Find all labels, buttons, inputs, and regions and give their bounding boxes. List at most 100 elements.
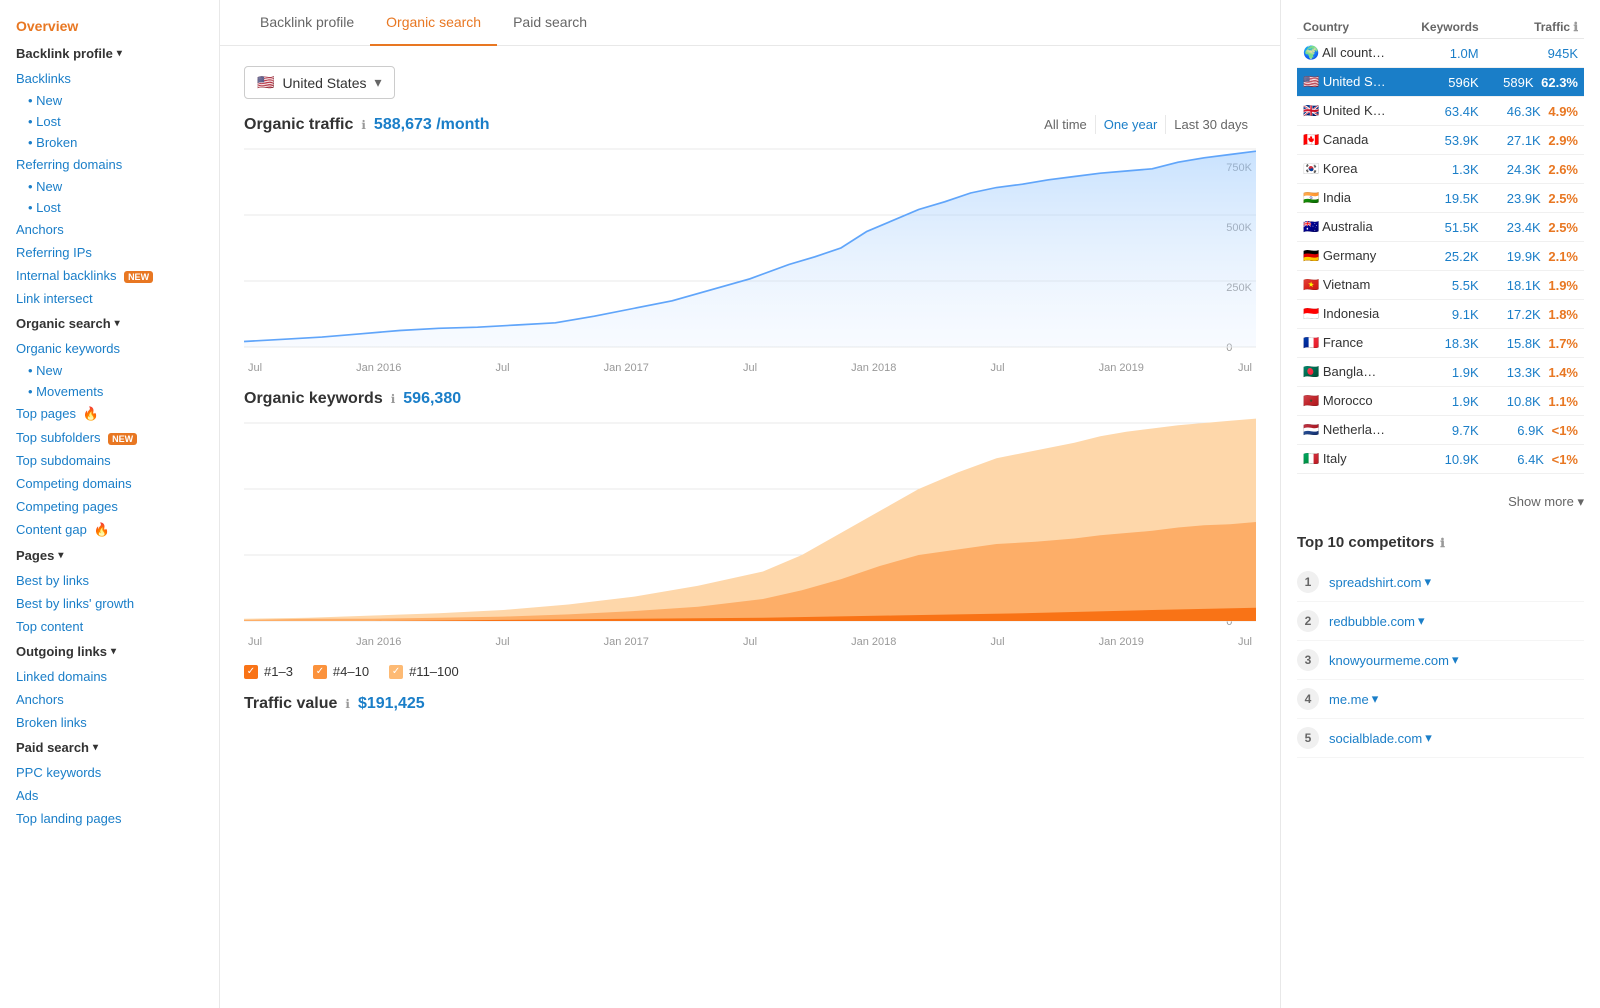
legend-4-10[interactable]: ✓ #4–10	[313, 664, 369, 679]
competitor-dropdown-icon[interactable]: ▾	[1452, 652, 1459, 668]
country-flag: 🇮🇳	[1303, 190, 1319, 205]
traffic-cell: 27.1K 2.9%	[1485, 126, 1584, 155]
sidebar-top-content[interactable]: Top content	[0, 615, 219, 638]
sidebar-top-pages[interactable]: Top pages 🔥	[0, 402, 219, 426]
show-more-button[interactable]: Show more ▾	[1297, 490, 1584, 514]
sidebar-competing-domains[interactable]: Competing domains	[0, 472, 219, 495]
competitor-dropdown-icon[interactable]: ▾	[1418, 613, 1425, 629]
country-name-cell: Morocco	[1323, 393, 1373, 408]
legend-checkbox-1-3: ✓	[244, 665, 258, 679]
competitor-link[interactable]: knowyourmeme.com ▾	[1329, 652, 1458, 668]
organic-traffic-info-icon[interactable]: ℹ	[361, 118, 366, 132]
sidebar-content-gap[interactable]: Content gap 🔥	[0, 518, 219, 542]
table-row[interactable]: 🇩🇪 Germany 25.2K 19.9K 2.1%	[1297, 242, 1584, 271]
tab-organic-search[interactable]: Organic search	[370, 0, 497, 46]
country-name-cell: Vietnam	[1323, 277, 1370, 292]
sidebar-organic-keywords-new[interactable]: New	[0, 360, 219, 381]
country-flag: 🇺🇸	[1303, 74, 1319, 89]
competitor-link[interactable]: spreadshirt.com ▾	[1329, 574, 1431, 590]
sidebar-best-by-links-growth[interactable]: Best by links' growth	[0, 592, 219, 615]
sidebar-paid-search[interactable]: Paid search ▾	[0, 734, 219, 761]
organic-keywords-info-icon[interactable]: ℹ	[391, 392, 396, 406]
sidebar-outgoing-anchors[interactable]: Anchors	[0, 688, 219, 711]
sidebar-organic-keywords-movements[interactable]: Movements	[0, 381, 219, 402]
table-row[interactable]: 🇮🇹 Italy 10.9K 6.4K <1%	[1297, 445, 1584, 474]
table-row[interactable]: 🇳🇱 Netherla… 9.7K 6.9K <1%	[1297, 416, 1584, 445]
competitor-link[interactable]: socialblade.com ▾	[1329, 730, 1432, 746]
competitor-item: 4 me.me ▾	[1297, 680, 1584, 719]
table-row[interactable]: 🇮🇳 India 19.5K 23.9K 2.5%	[1297, 184, 1584, 213]
sidebar-backlinks[interactable]: Backlinks	[0, 67, 219, 90]
competitor-item: 2 redbubble.com ▾	[1297, 602, 1584, 641]
sidebar-top-subfolders[interactable]: Top subfolders NEW	[0, 426, 219, 449]
country-name-cell: Germany	[1323, 248, 1376, 263]
traffic-cell: 17.2K 1.8%	[1485, 300, 1584, 329]
sidebar-link-intersect[interactable]: Link intersect	[0, 287, 219, 310]
sidebar-competing-pages[interactable]: Competing pages	[0, 495, 219, 518]
legend-1-3[interactable]: ✓ #1–3	[244, 664, 293, 679]
table-row[interactable]: 🇧🇩 Bangla… 1.9K 13.3K 1.4%	[1297, 358, 1584, 387]
keywords-cell: 1.3K	[1405, 155, 1484, 184]
sidebar-pages[interactable]: Pages ▾	[0, 542, 219, 569]
country-selector[interactable]: 🇺🇸 United States ▾	[244, 66, 395, 99]
keywords-cell: 18.3K	[1405, 329, 1484, 358]
table-row[interactable]: 🇺🇸 United S… 596K 589K 62.3%	[1297, 68, 1584, 97]
sidebar-internal-backlinks[interactable]: Internal backlinks NEW	[0, 264, 219, 287]
sidebar-backlinks-new[interactable]: New	[0, 90, 219, 111]
sidebar-ads[interactable]: Ads	[0, 784, 219, 807]
sidebar-anchors[interactable]: Anchors	[0, 218, 219, 241]
table-row[interactable]: 🇦🇺 Australia 51.5K 23.4K 2.5%	[1297, 213, 1584, 242]
traffic-cell: 23.4K 2.5%	[1485, 213, 1584, 242]
sidebar-linked-domains[interactable]: Linked domains	[0, 665, 219, 688]
sidebar-organic-keywords[interactable]: Organic keywords	[0, 337, 219, 360]
table-row[interactable]: 🇨🇦 Canada 53.9K 27.1K 2.9%	[1297, 126, 1584, 155]
sidebar-referring-domains-lost[interactable]: Lost	[0, 197, 219, 218]
table-row[interactable]: 🇬🇧 United K… 63.4K 46.3K 4.9%	[1297, 97, 1584, 126]
legend-label-1-3: #1–3	[264, 664, 293, 679]
time-filter-one-year[interactable]: One year	[1095, 115, 1165, 134]
sidebar-best-by-links[interactable]: Best by links	[0, 569, 219, 592]
main-panel: 🇺🇸 United States ▾ Organic traffic ℹ 588…	[220, 46, 1280, 733]
sidebar-top-subdomains[interactable]: Top subdomains	[0, 449, 219, 472]
country-cell: 🇧🇩 Bangla…	[1297, 358, 1405, 387]
keywords-cell: 5.5K	[1405, 271, 1484, 300]
country-flag: 🇺🇸	[257, 74, 274, 91]
sidebar-backlink-profile[interactable]: Backlink profile ▾	[0, 40, 219, 67]
competitors-info-icon[interactable]: ℹ	[1440, 536, 1445, 550]
time-filter-all[interactable]: All time	[1036, 115, 1095, 134]
traffic-value-info-icon[interactable]: ℹ	[345, 697, 350, 711]
traffic-sort-icon[interactable]: ℹ	[1573, 20, 1578, 34]
competitors-title: Top 10 competitors ℹ	[1297, 534, 1584, 551]
competitor-link[interactable]: me.me ▾	[1329, 691, 1378, 707]
sidebar-outgoing-links[interactable]: Outgoing links ▾	[0, 638, 219, 665]
competitor-dropdown-icon[interactable]: ▾	[1425, 730, 1432, 746]
competitor-link[interactable]: redbubble.com ▾	[1329, 613, 1425, 629]
table-row[interactable]: 🌍 All count… 1.0M 945K	[1297, 39, 1584, 68]
sidebar-overview[interactable]: Overview	[0, 12, 219, 40]
table-row[interactable]: 🇲🇦 Morocco 1.9K 10.8K 1.1%	[1297, 387, 1584, 416]
country-flag: 🇨🇦	[1303, 132, 1319, 147]
keywords-cell: 596K	[1405, 68, 1484, 97]
sidebar-referring-ips[interactable]: Referring IPs	[0, 241, 219, 264]
competitor-dropdown-icon[interactable]: ▾	[1424, 574, 1431, 590]
country-name-cell: Bangla…	[1323, 364, 1376, 379]
sidebar-broken-links[interactable]: Broken links	[0, 711, 219, 734]
country-cell: 🇮🇹 Italy	[1297, 445, 1405, 474]
time-filter-30days[interactable]: Last 30 days	[1165, 115, 1256, 134]
sidebar-referring-domains-new[interactable]: New	[0, 176, 219, 197]
sidebar-backlinks-broken[interactable]: Broken	[0, 132, 219, 153]
sidebar-top-landing-pages[interactable]: Top landing pages	[0, 807, 219, 830]
table-row[interactable]: 🇫🇷 France 18.3K 15.8K 1.7%	[1297, 329, 1584, 358]
sidebar-backlinks-lost[interactable]: Lost	[0, 111, 219, 132]
sidebar-organic-search[interactable]: Organic search ▾	[0, 310, 219, 337]
table-row[interactable]: 🇰🇷 Korea 1.3K 24.3K 2.6%	[1297, 155, 1584, 184]
competitor-dropdown-icon[interactable]: ▾	[1372, 691, 1379, 707]
table-row[interactable]: 🇮🇩 Indonesia 9.1K 17.2K 1.8%	[1297, 300, 1584, 329]
legend-11-100[interactable]: ✓ #11–100	[389, 664, 459, 679]
sidebar-ppc-keywords[interactable]: PPC keywords	[0, 761, 219, 784]
competitors-list: 1 spreadshirt.com ▾ 2 redbubble.com ▾ 3 …	[1297, 563, 1584, 758]
table-row[interactable]: 🇻🇳 Vietnam 5.5K 18.1K 1.9%	[1297, 271, 1584, 300]
sidebar-referring-domains[interactable]: Referring domains	[0, 153, 219, 176]
tab-backlink-profile[interactable]: Backlink profile	[244, 0, 370, 46]
tab-paid-search[interactable]: Paid search	[497, 0, 603, 46]
